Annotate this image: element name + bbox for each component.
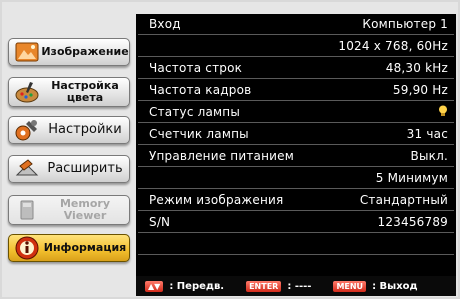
info-label: S/N <box>149 215 171 229</box>
menu-item-label: Информация <box>43 241 127 254</box>
info-row: Управление питанием Выкл. <box>138 146 454 167</box>
info-row: 1024 x 768, 60Hz <box>138 36 454 57</box>
info-row: 5 Минимум <box>138 168 454 189</box>
info-label: Режим изображения <box>149 193 284 207</box>
lamp-icon <box>438 105 448 120</box>
info-value: 1024 x 768, 60Hz <box>338 39 448 53</box>
info-row: S/N 123456789 <box>138 212 454 233</box>
info-label: Частота строк <box>149 61 243 75</box>
info-row: Режим изображения Стандартный <box>138 190 454 211</box>
menu-item-label: Изображение <box>41 45 129 58</box>
move-hint: : Передв. <box>169 280 225 292</box>
enter-hint: : ---- <box>287 280 312 292</box>
info-label: Управление питанием <box>149 149 294 163</box>
info-value: 59,90 Hz <box>392 83 448 97</box>
enter-key-icon: ENTER <box>246 280 282 292</box>
menu-item-label: Расширить <box>47 161 123 176</box>
image-icon <box>13 38 41 66</box>
menu-item-color[interactable]: Настройка цвета <box>8 77 130 107</box>
arrow-keys-icon: ▲▼ <box>145 280 164 292</box>
key-hint-bar: ▲▼ : Передв. ENTER : ---- MENU : Выход <box>136 276 456 296</box>
info-label: Статус лампы <box>149 105 241 119</box>
info-value: 123456789 <box>377 215 448 229</box>
menu-item-settings[interactable]: Настройки <box>8 116 130 144</box>
menu-item-expand[interactable]: Расширить <box>8 155 130 183</box>
info-row: Вход Компьютер 1 <box>138 14 454 35</box>
expand-icon <box>13 155 41 183</box>
info-row: Статус лампы <box>138 102 454 123</box>
info-value: Выкл. <box>410 149 448 163</box>
info-row: Частота строк 48,30 kHz <box>138 58 454 79</box>
menu-item-memory[interactable]: Memory Viewer <box>8 195 130 225</box>
memory-card-icon <box>13 196 41 224</box>
menu-key-icon: MENU <box>333 280 367 292</box>
menu-item-label: Настройки <box>48 122 122 137</box>
info-label: Частота кадров <box>149 83 252 97</box>
info-row <box>138 234 454 255</box>
info-label: Счетчик лампы <box>149 127 249 141</box>
info-label: Вход <box>149 17 181 31</box>
info-icon <box>13 234 41 262</box>
menu-item-label: Настройка цвета <box>51 79 119 104</box>
info-panel: Вход Компьютер 1 1024 x 768, 60Hz Частота с… <box>136 14 456 276</box>
info-value: 31 час <box>406 127 448 141</box>
info-row: Счетчик лампы 31 час <box>138 124 454 145</box>
info-value: 5 Минимум <box>375 171 448 185</box>
exit-hint: : Выход <box>372 280 418 292</box>
info-row: Частота кадров 59,90 Hz <box>138 80 454 101</box>
palette-icon <box>13 78 41 106</box>
info-value: 48,30 kHz <box>385 61 448 75</box>
info-value: Компьютер 1 <box>362 17 448 31</box>
menu-item-info[interactable]: Информация <box>8 234 130 262</box>
menu-item-image[interactable]: Изображение <box>8 38 130 66</box>
menu-item-label: Memory Viewer <box>59 197 111 222</box>
info-value: Стандартный <box>359 193 448 207</box>
projector-osd: Изображение Настройка цвета Настройки Расши… <box>0 0 460 299</box>
gear-icon <box>13 116 41 144</box>
